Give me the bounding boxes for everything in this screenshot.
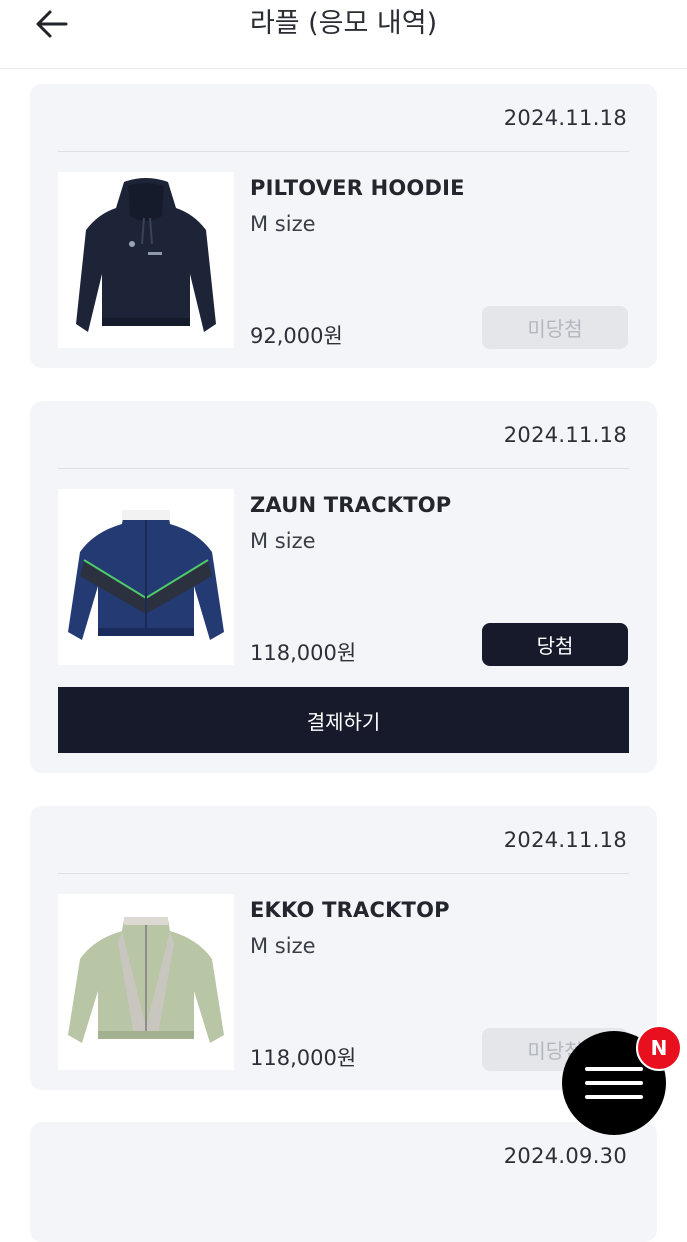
product-size: M size <box>250 934 316 958</box>
divider <box>58 151 629 152</box>
product-name[interactable]: EKKO TRACKTOP <box>250 898 450 922</box>
product-size: M size <box>250 212 316 236</box>
raffle-entry-card: 2024.11.18 PILTOVER HOODIE M size 92,000… <box>30 84 657 368</box>
divider <box>58 468 629 469</box>
hoodie-image <box>76 178 216 332</box>
new-badge: N <box>636 1025 682 1071</box>
product-image[interactable] <box>58 489 234 665</box>
product-image[interactable] <box>58 172 234 348</box>
entry-date: 2024.09.30 <box>503 1144 627 1168</box>
raffle-entry-card: 2024.11.18 ZAUN TRACKTOP M size 118,000원… <box>30 401 657 773</box>
tracktop-image <box>68 917 224 1043</box>
raffle-entry-card: 2024.09.30 <box>30 1122 657 1242</box>
product-name[interactable]: ZAUN TRACKTOP <box>250 493 451 517</box>
entry-date: 2024.11.18 <box>503 423 627 447</box>
pay-button[interactable]: 결제하기 <box>58 687 629 753</box>
status-badge-win: 당첨 <box>482 623 628 666</box>
divider <box>58 873 629 874</box>
product-size: M size <box>250 529 316 553</box>
raffle-entry-card: 2024.11.18 EKKO TRACKTOP M size 118,000원… <box>30 806 657 1090</box>
tracktop-image <box>68 510 224 640</box>
product-name[interactable]: PILTOVER HOODIE <box>250 176 465 200</box>
product-price: 92,000원 <box>250 324 343 348</box>
product-price: 118,000원 <box>250 641 357 665</box>
status-badge-lose: 미당첨 <box>482 306 628 349</box>
entry-date: 2024.11.18 <box>503 106 627 130</box>
product-image[interactable] <box>58 894 234 1070</box>
entry-date: 2024.11.18 <box>503 828 627 852</box>
page-title: 라플 (응모 내역) <box>249 8 438 39</box>
app-header: 라플 (응모 내역) <box>0 0 687 69</box>
product-price: 118,000원 <box>250 1046 357 1070</box>
